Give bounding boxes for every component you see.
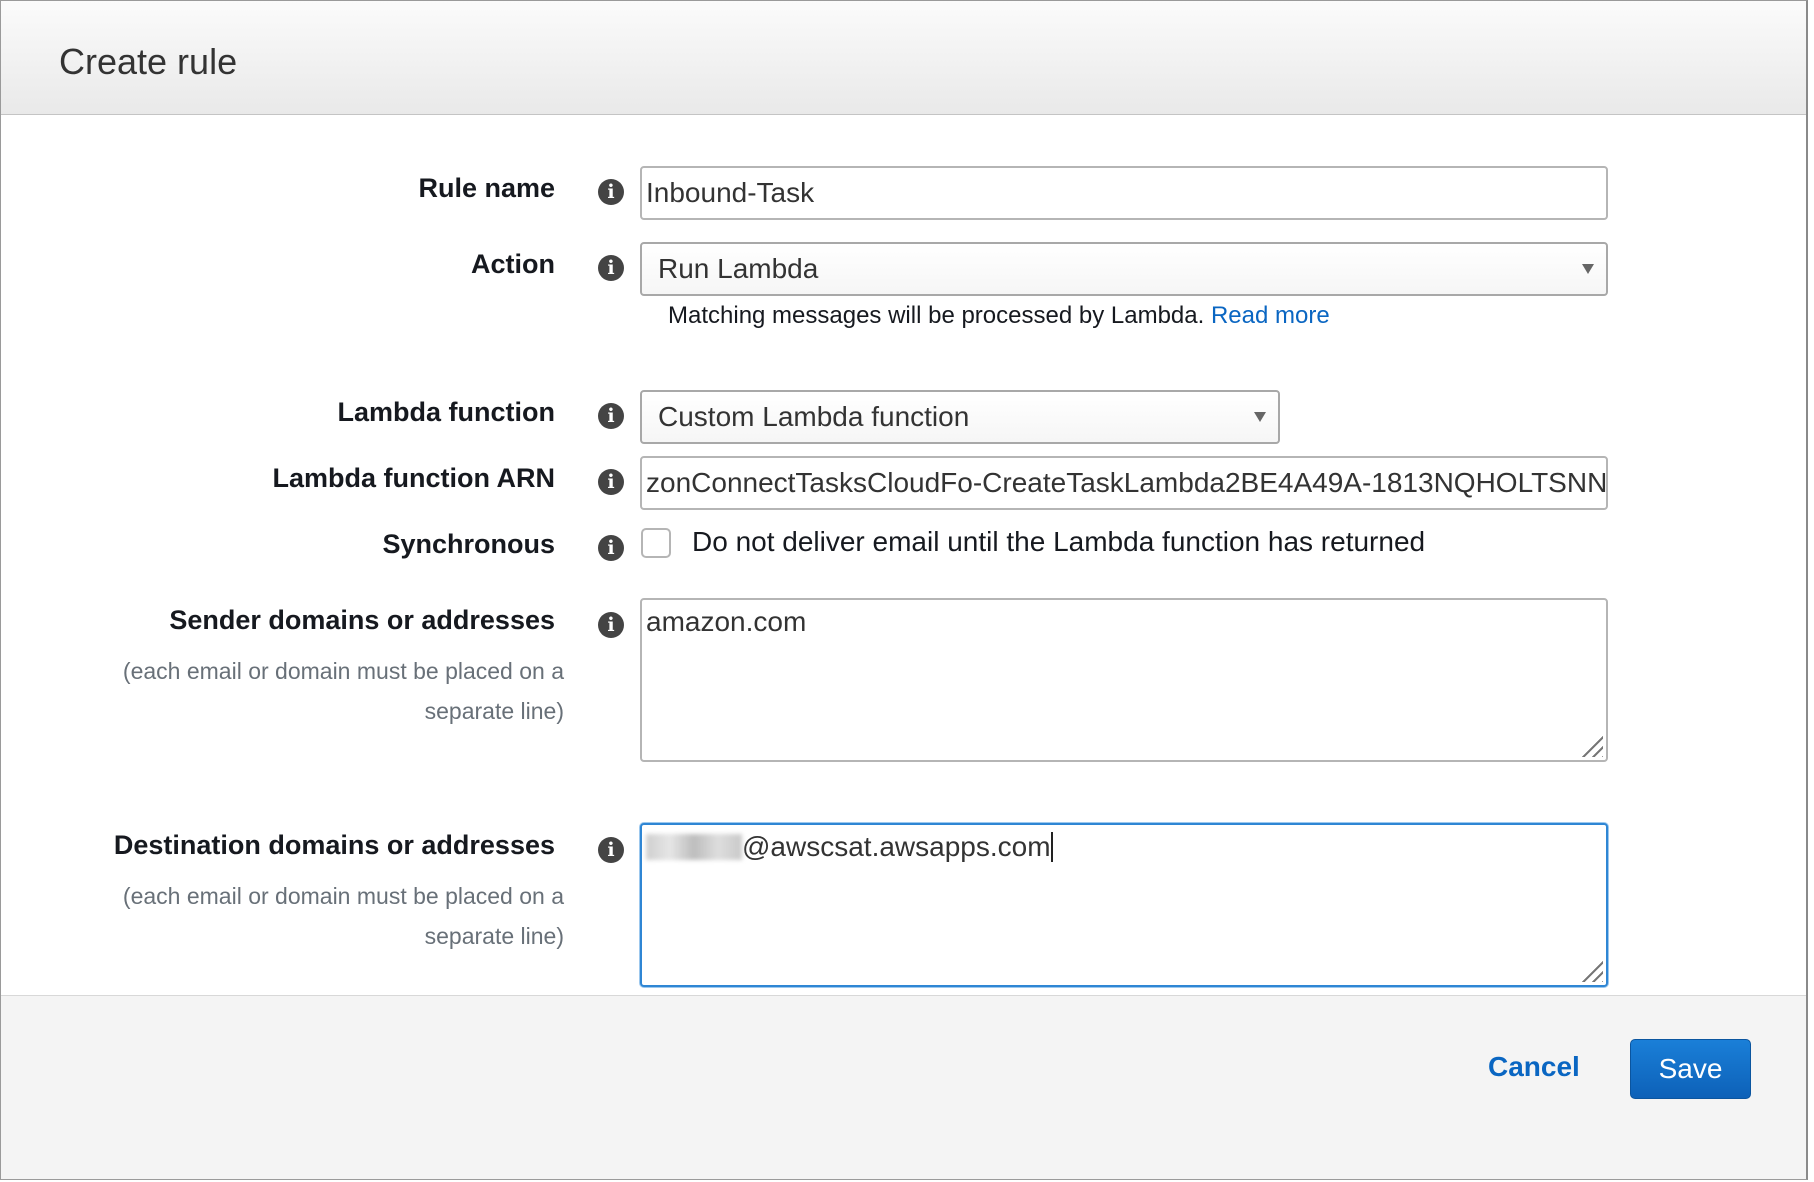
lambda-function-select[interactable]: Custom Lambda function — [640, 390, 1280, 444]
info-icon[interactable]: i — [598, 837, 624, 863]
chevron-down-icon — [1582, 264, 1594, 274]
info-icon[interactable]: i — [598, 612, 624, 638]
synchronous-checkbox[interactable] — [641, 528, 671, 558]
action-select[interactable]: Run Lambda — [640, 242, 1608, 296]
rule-name-label: Rule name — [418, 173, 555, 203]
dialog-header: Create rule — [1, 1, 1806, 115]
action-label: Action — [471, 249, 555, 279]
lambda-function-selected-value: Custom Lambda function — [658, 401, 970, 432]
lambda-arn-label: Lambda function ARN — [272, 463, 556, 493]
chevron-down-icon — [1254, 412, 1266, 422]
lambda-arn-input[interactable]: zonConnectTasksCloudFo-CreateTaskLambda2… — [640, 456, 1608, 510]
read-more-link[interactable]: Read more — [1211, 302, 1330, 329]
sender-label: Sender domains or addresses — [169, 605, 555, 635]
save-button[interactable]: Save — [1630, 1039, 1751, 1099]
info-icon[interactable]: i — [598, 469, 624, 495]
destination-label: Destination domains or addresses — [113, 830, 555, 860]
sender-hint: (each email or domain must be placed on … — [91, 651, 564, 731]
info-icon[interactable]: i — [598, 403, 624, 429]
info-icon[interactable]: i — [598, 255, 624, 281]
synchronous-checkbox-label[interactable]: Do not deliver email until the Lambda fu… — [692, 526, 1425, 558]
resize-grip-icon[interactable] — [1579, 733, 1603, 757]
sender-value: amazon.com — [646, 606, 807, 637]
synchronous-label: Synchronous — [382, 529, 555, 559]
text-cursor — [1050, 832, 1053, 862]
dialog-footer — [1, 995, 1806, 1179]
info-icon[interactable]: i — [598, 179, 624, 205]
create-rule-dialog: Create rule Rule name i Inbound-Task Act… — [0, 0, 1808, 1180]
resize-grip-icon[interactable] — [1579, 958, 1603, 982]
lambda-function-label: Lambda function — [337, 397, 556, 427]
action-help-text: Matching messages will be processed by L… — [668, 302, 1205, 329]
destination-hint-line1: (each email or domain must be placed on … — [122, 883, 564, 909]
sender-textarea[interactable]: amazon.com — [640, 598, 1608, 762]
redacted-text — [646, 834, 742, 860]
destination-hint: (each email or domain must be placed on … — [91, 876, 564, 956]
dialog-title: Create rule — [59, 41, 238, 82]
destination-hint-line2: separate line) — [424, 923, 564, 949]
cancel-button[interactable]: Cancel — [1488, 1051, 1580, 1083]
sender-hint-line2: separate line) — [424, 698, 564, 724]
sender-hint-line1: (each email or domain must be placed on … — [122, 658, 564, 684]
rule-name-input[interactable]: Inbound-Task — [640, 166, 1608, 220]
action-help: Matching messages will be processed by L… — [668, 302, 1330, 330]
action-selected-value: Run Lambda — [658, 253, 819, 284]
destination-value: @awscsat.awsapps.com — [742, 831, 1051, 862]
info-icon[interactable]: i — [598, 535, 624, 561]
destination-textarea[interactable]: @awscsat.awsapps.com — [640, 823, 1608, 987]
